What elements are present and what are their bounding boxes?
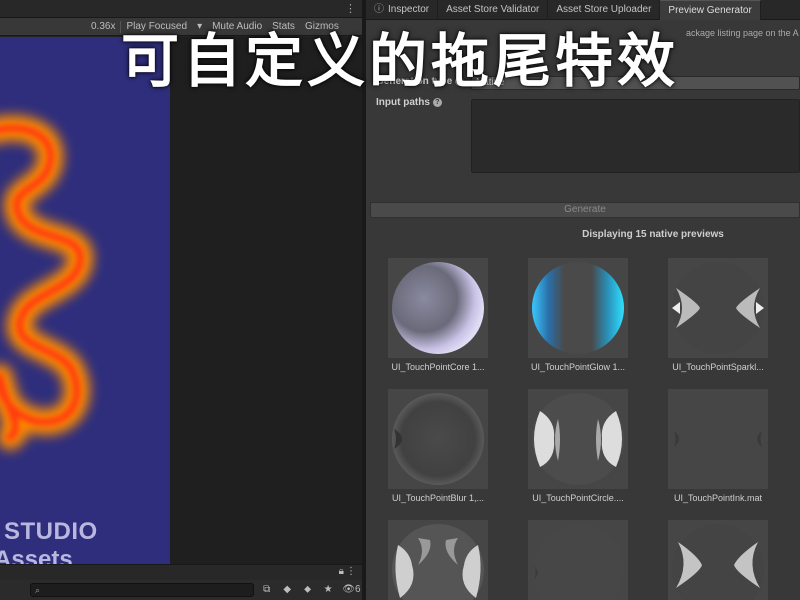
watermark-studio: STUDIO <box>4 518 98 545</box>
watermark-assets: Assets <box>0 546 73 564</box>
search-by-label-icon[interactable]: ◆ <box>279 583 294 597</box>
sphere-faint-preview <box>532 524 624 600</box>
project-toolbar: ⌕ ⧉ ◆ ⬥ ★ 👁︎6 <box>0 580 362 600</box>
preview-thumbnail[interactable] <box>388 389 488 489</box>
preview-caption: UI_TouchPointInk.mat <box>673 493 763 503</box>
input-paths-label: Input paths? <box>376 97 442 108</box>
sphere-sparkle-preview <box>672 524 764 600</box>
search-input[interactable]: ⌕ <box>30 583 255 597</box>
preview-thumbnail[interactable] <box>528 258 628 358</box>
preview-item[interactable] <box>528 520 628 600</box>
preview-thumbnail[interactable] <box>388 258 488 358</box>
preview-item[interactable]: UI_TouchPointSparkl... <box>668 258 768 372</box>
empty-viewport-area <box>170 37 362 564</box>
label-icon[interactable]: ⬥ <box>300 583 315 597</box>
sphere-swirl-preview <box>392 524 484 600</box>
preview-item[interactable]: UI_TouchPointBlur 1,... <box>388 389 488 503</box>
game-viewport[interactable]: STUDIO Assets <box>0 37 170 564</box>
preview-caption: UI_TouchPointCore 1... <box>391 362 485 372</box>
sphere-core-preview <box>392 262 484 354</box>
preview-count-text: Displaying 15 native previews <box>582 229 724 240</box>
sphere-ink-preview <box>672 393 764 485</box>
generate-button[interactable]: Generate <box>370 202 800 218</box>
preview-item[interactable] <box>668 520 768 600</box>
preview-thumbnail[interactable] <box>388 520 488 600</box>
favorite-star-icon[interactable]: ★ <box>320 583 335 597</box>
sphere-circle-preview <box>532 393 624 485</box>
preview-caption: UI_TouchPointBlur 1,... <box>391 493 485 503</box>
preview-item[interactable]: UI_TouchPointGlow 1... <box>528 258 628 372</box>
preview-thumbnail[interactable] <box>528 389 628 489</box>
preview-caption: UI_TouchPointSparkl... <box>672 362 764 372</box>
preview-thumbnail[interactable] <box>668 258 768 358</box>
preview-caption: UI_TouchPointGlow 1... <box>530 362 626 372</box>
panel-menu-icon[interactable]: ⋮ <box>346 566 356 577</box>
sphere-glow-preview <box>532 262 624 354</box>
preview-thumbnail[interactable] <box>668 520 768 600</box>
search-by-type-icon[interactable]: ⧉ <box>259 583 274 597</box>
help-icon[interactable]: ? <box>432 98 442 107</box>
preview-thumbnail[interactable] <box>528 520 628 600</box>
preview-thumbnail[interactable] <box>668 389 768 489</box>
sphere-sparkle-preview <box>672 262 764 354</box>
hidden-count-badge[interactable]: 👁︎6 <box>341 583 362 597</box>
overlay-title: 可自定义的拖尾特效 <box>120 27 679 95</box>
project-panel-header: 🔒︎ ⋮ <box>0 564 362 580</box>
search-icon: ⌕ <box>35 584 41 595</box>
sphere-blur-preview <box>392 393 484 485</box>
input-paths-list[interactable] <box>471 99 800 173</box>
trail-effect <box>0 115 94 450</box>
preview-caption: UI_TouchPointCircle.... <box>532 493 624 503</box>
preview-item[interactable] <box>388 520 488 600</box>
preview-item[interactable]: UI_TouchPointInk.mat <box>668 389 768 503</box>
preview-item[interactable]: UI_TouchPointCircle.... <box>528 389 628 503</box>
preview-item[interactable]: UI_TouchPointCore 1... <box>388 258 488 372</box>
lock-icon[interactable]: 🔒︎ <box>339 566 344 577</box>
